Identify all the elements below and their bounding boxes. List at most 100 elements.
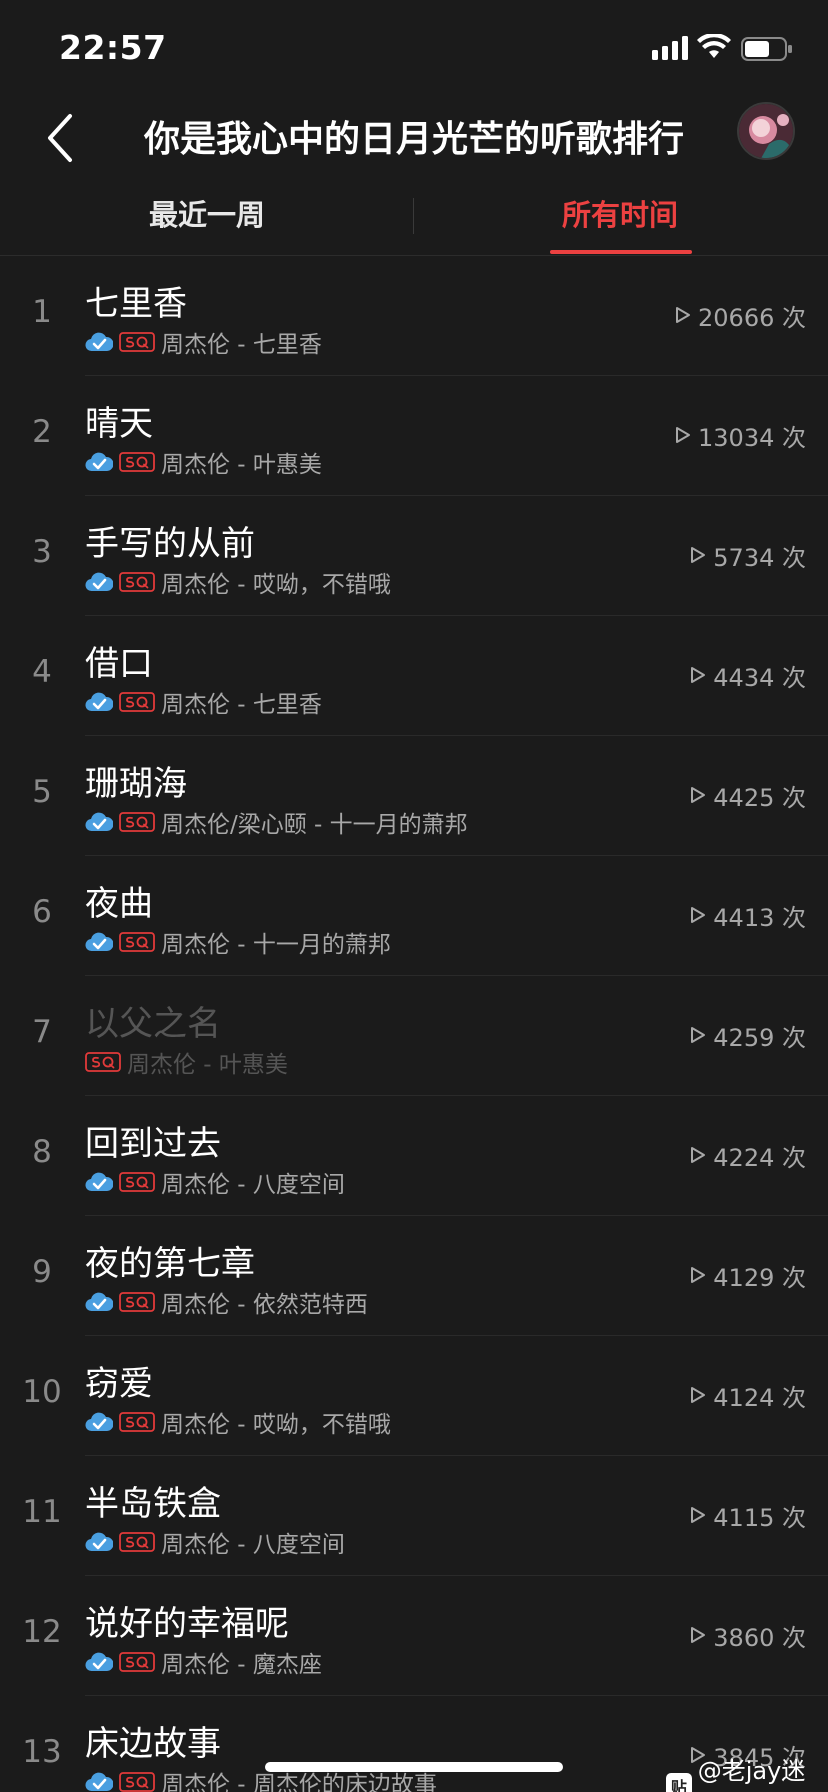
play-triangle-icon xyxy=(691,1627,706,1643)
song-artist-album: 周杰伦 - 十一月的萧邦 xyxy=(161,932,391,958)
sq-quality-badge-icon xyxy=(119,1292,155,1312)
wifi-icon xyxy=(697,34,731,58)
tab-divider xyxy=(413,198,414,234)
battery-icon xyxy=(741,37,792,61)
play-triangle-icon xyxy=(691,1147,706,1163)
song-row[interactable]: 9 夜的第七章 周杰伦 - 依然范特西 4129 次 xyxy=(0,1216,828,1336)
cellular-signal-icon xyxy=(652,36,688,60)
cloud-check-icon xyxy=(85,1532,113,1552)
song-rank: 5 xyxy=(32,774,52,810)
song-title: 手写的从前 xyxy=(85,524,255,564)
song-rank: 4 xyxy=(32,654,52,690)
cloud-check-icon xyxy=(85,812,113,832)
song-meta: 周杰伦 - 七里香 xyxy=(85,687,322,718)
song-rank: 10 xyxy=(22,1374,62,1410)
song-row[interactable]: 11 半岛铁盒 周杰伦 - 八度空间 4115 次 xyxy=(0,1456,828,1576)
song-title: 珊瑚海 xyxy=(85,764,187,804)
play-count: 4124 次 xyxy=(689,1380,806,1412)
page-title: 你是我心中的日月光芒的听歌排行 xyxy=(143,119,684,160)
active-tab-indicator xyxy=(550,250,692,254)
song-row[interactable]: 12 说好的幸福呢 周杰伦 - 魔杰座 3860 次 xyxy=(0,1576,828,1696)
tieba-logo-icon: 贴 xyxy=(666,1773,692,1792)
song-rank: 13 xyxy=(22,1734,62,1770)
play-count-text: 4129 次 xyxy=(713,1263,806,1292)
avatar-image xyxy=(739,104,793,158)
song-row[interactable]: 10 窃爱 周杰伦 - 哎呦，不错哦 4124 次 xyxy=(0,1336,828,1456)
play-triangle-icon xyxy=(691,787,706,803)
cloud-check-icon xyxy=(85,1172,113,1192)
home-indicator[interactable] xyxy=(265,1762,563,1772)
sq-quality-badge-icon xyxy=(85,1052,121,1072)
song-artist-album: 周杰伦 - 八度空间 xyxy=(161,1532,345,1558)
cloud-check-icon xyxy=(85,932,113,952)
song-artist-album: 周杰伦 - 七里香 xyxy=(161,332,322,358)
play-count: 4224 次 xyxy=(689,1140,806,1172)
song-meta: 周杰伦 - 八度空间 xyxy=(85,1167,345,1198)
song-row[interactable]: 8 回到过去 周杰伦 - 八度空间 4224 次 xyxy=(0,1096,828,1216)
play-count-text: 4115 次 xyxy=(713,1503,806,1532)
play-count-text: 4224 次 xyxy=(713,1143,806,1172)
song-meta: 周杰伦 - 七里香 xyxy=(85,327,322,358)
play-count-text: 4259 次 xyxy=(713,1023,806,1052)
screen: 22:57 你是我心中的日月光芒的听歌排行 最近一周 所有时间 1 七里香 周杰… xyxy=(0,0,828,1792)
song-title: 回到过去 xyxy=(85,1124,221,1164)
song-row[interactable]: 2 晴天 周杰伦 - 叶惠美 13034 次 xyxy=(0,376,828,496)
play-count-text: 3860 次 xyxy=(713,1623,806,1652)
song-title: 夜的第七章 xyxy=(85,1244,255,1284)
play-count: 4425 次 xyxy=(689,780,806,812)
back-arrow-icon[interactable] xyxy=(36,108,86,168)
play-triangle-icon xyxy=(676,427,691,443)
play-count: 20666 次 xyxy=(674,300,806,332)
song-row[interactable]: 4 借口 周杰伦 - 七里香 4434 次 xyxy=(0,616,828,736)
cloud-check-icon xyxy=(85,692,113,712)
song-rank: 2 xyxy=(32,414,52,450)
cloud-check-icon xyxy=(85,332,113,352)
cloud-check-icon xyxy=(85,1412,113,1432)
song-row[interactable]: 3 手写的从前 周杰伦 - 哎呦，不错哦 5734 次 xyxy=(0,496,828,616)
song-meta: 周杰伦 - 八度空间 xyxy=(85,1527,345,1558)
play-count-text: 5734 次 xyxy=(713,543,806,572)
song-row[interactable]: 7 以父之名 周杰伦 - 叶惠美 4259 次 xyxy=(0,976,828,1096)
song-title: 借口 xyxy=(85,644,153,684)
cloud-check-icon xyxy=(85,572,113,592)
cloud-check-icon xyxy=(85,1772,113,1792)
song-row[interactable]: 5 珊瑚海 周杰伦/梁心颐 - 十一月的萧邦 4425 次 xyxy=(0,736,828,856)
song-rank: 9 xyxy=(32,1254,52,1290)
song-artist-album: 周杰伦/梁心颐 - 十一月的萧邦 xyxy=(161,812,468,838)
header: 你是我心中的日月光芒的听歌排行 xyxy=(0,96,828,186)
song-meta: 周杰伦/梁心颐 - 十一月的萧邦 xyxy=(85,807,468,838)
play-count: 4129 次 xyxy=(689,1260,806,1292)
tab-recent-week[interactable]: 最近一周 xyxy=(57,192,357,252)
watermark-text: @老jay迷吧 xyxy=(697,1757,806,1785)
play-triangle-icon xyxy=(691,1387,706,1403)
song-artist-album: 周杰伦 - 哎呦，不错哦 xyxy=(161,572,391,598)
song-artist-album: 周杰伦 - 魔杰座 xyxy=(161,1652,322,1678)
tab-all-time[interactable]: 所有时间 xyxy=(470,192,770,252)
song-row[interactable]: 6 夜曲 周杰伦 - 十一月的萧邦 4413 次 xyxy=(0,856,828,976)
song-row[interactable]: 1 七里香 周杰伦 - 七里香 20666 次 xyxy=(0,256,828,376)
play-count-text: 4425 次 xyxy=(713,783,806,812)
avatar[interactable] xyxy=(737,102,795,160)
song-title: 夜曲 xyxy=(85,884,153,924)
play-triangle-icon xyxy=(691,1027,706,1043)
song-rank: 12 xyxy=(22,1614,62,1650)
song-artist-album: 周杰伦 - 叶惠美 xyxy=(127,1052,288,1078)
tab-bar: 最近一周 所有时间 xyxy=(0,186,828,256)
song-meta: 周杰伦 - 叶惠美 xyxy=(85,447,322,478)
play-triangle-icon xyxy=(691,1507,706,1523)
sq-quality-badge-icon xyxy=(119,1532,155,1552)
watermark: 贴 @老jay迷吧 xyxy=(666,1751,828,1792)
play-count: 4434 次 xyxy=(689,660,806,692)
song-title: 床边故事 xyxy=(85,1724,221,1764)
play-count: 5734 次 xyxy=(689,540,806,572)
play-count: 4413 次 xyxy=(689,900,806,932)
play-count: 3860 次 xyxy=(689,1620,806,1652)
play-count-text: 4124 次 xyxy=(713,1383,806,1412)
cloud-check-icon xyxy=(85,452,113,472)
sq-quality-badge-icon xyxy=(119,452,155,472)
song-meta: 周杰伦 - 依然范特西 xyxy=(85,1287,368,1318)
song-title: 半岛铁盒 xyxy=(85,1484,221,1524)
song-meta: 周杰伦 - 叶惠美 xyxy=(85,1047,288,1078)
song-rank: 7 xyxy=(32,1014,52,1050)
play-count-text: 13034 次 xyxy=(698,423,806,452)
